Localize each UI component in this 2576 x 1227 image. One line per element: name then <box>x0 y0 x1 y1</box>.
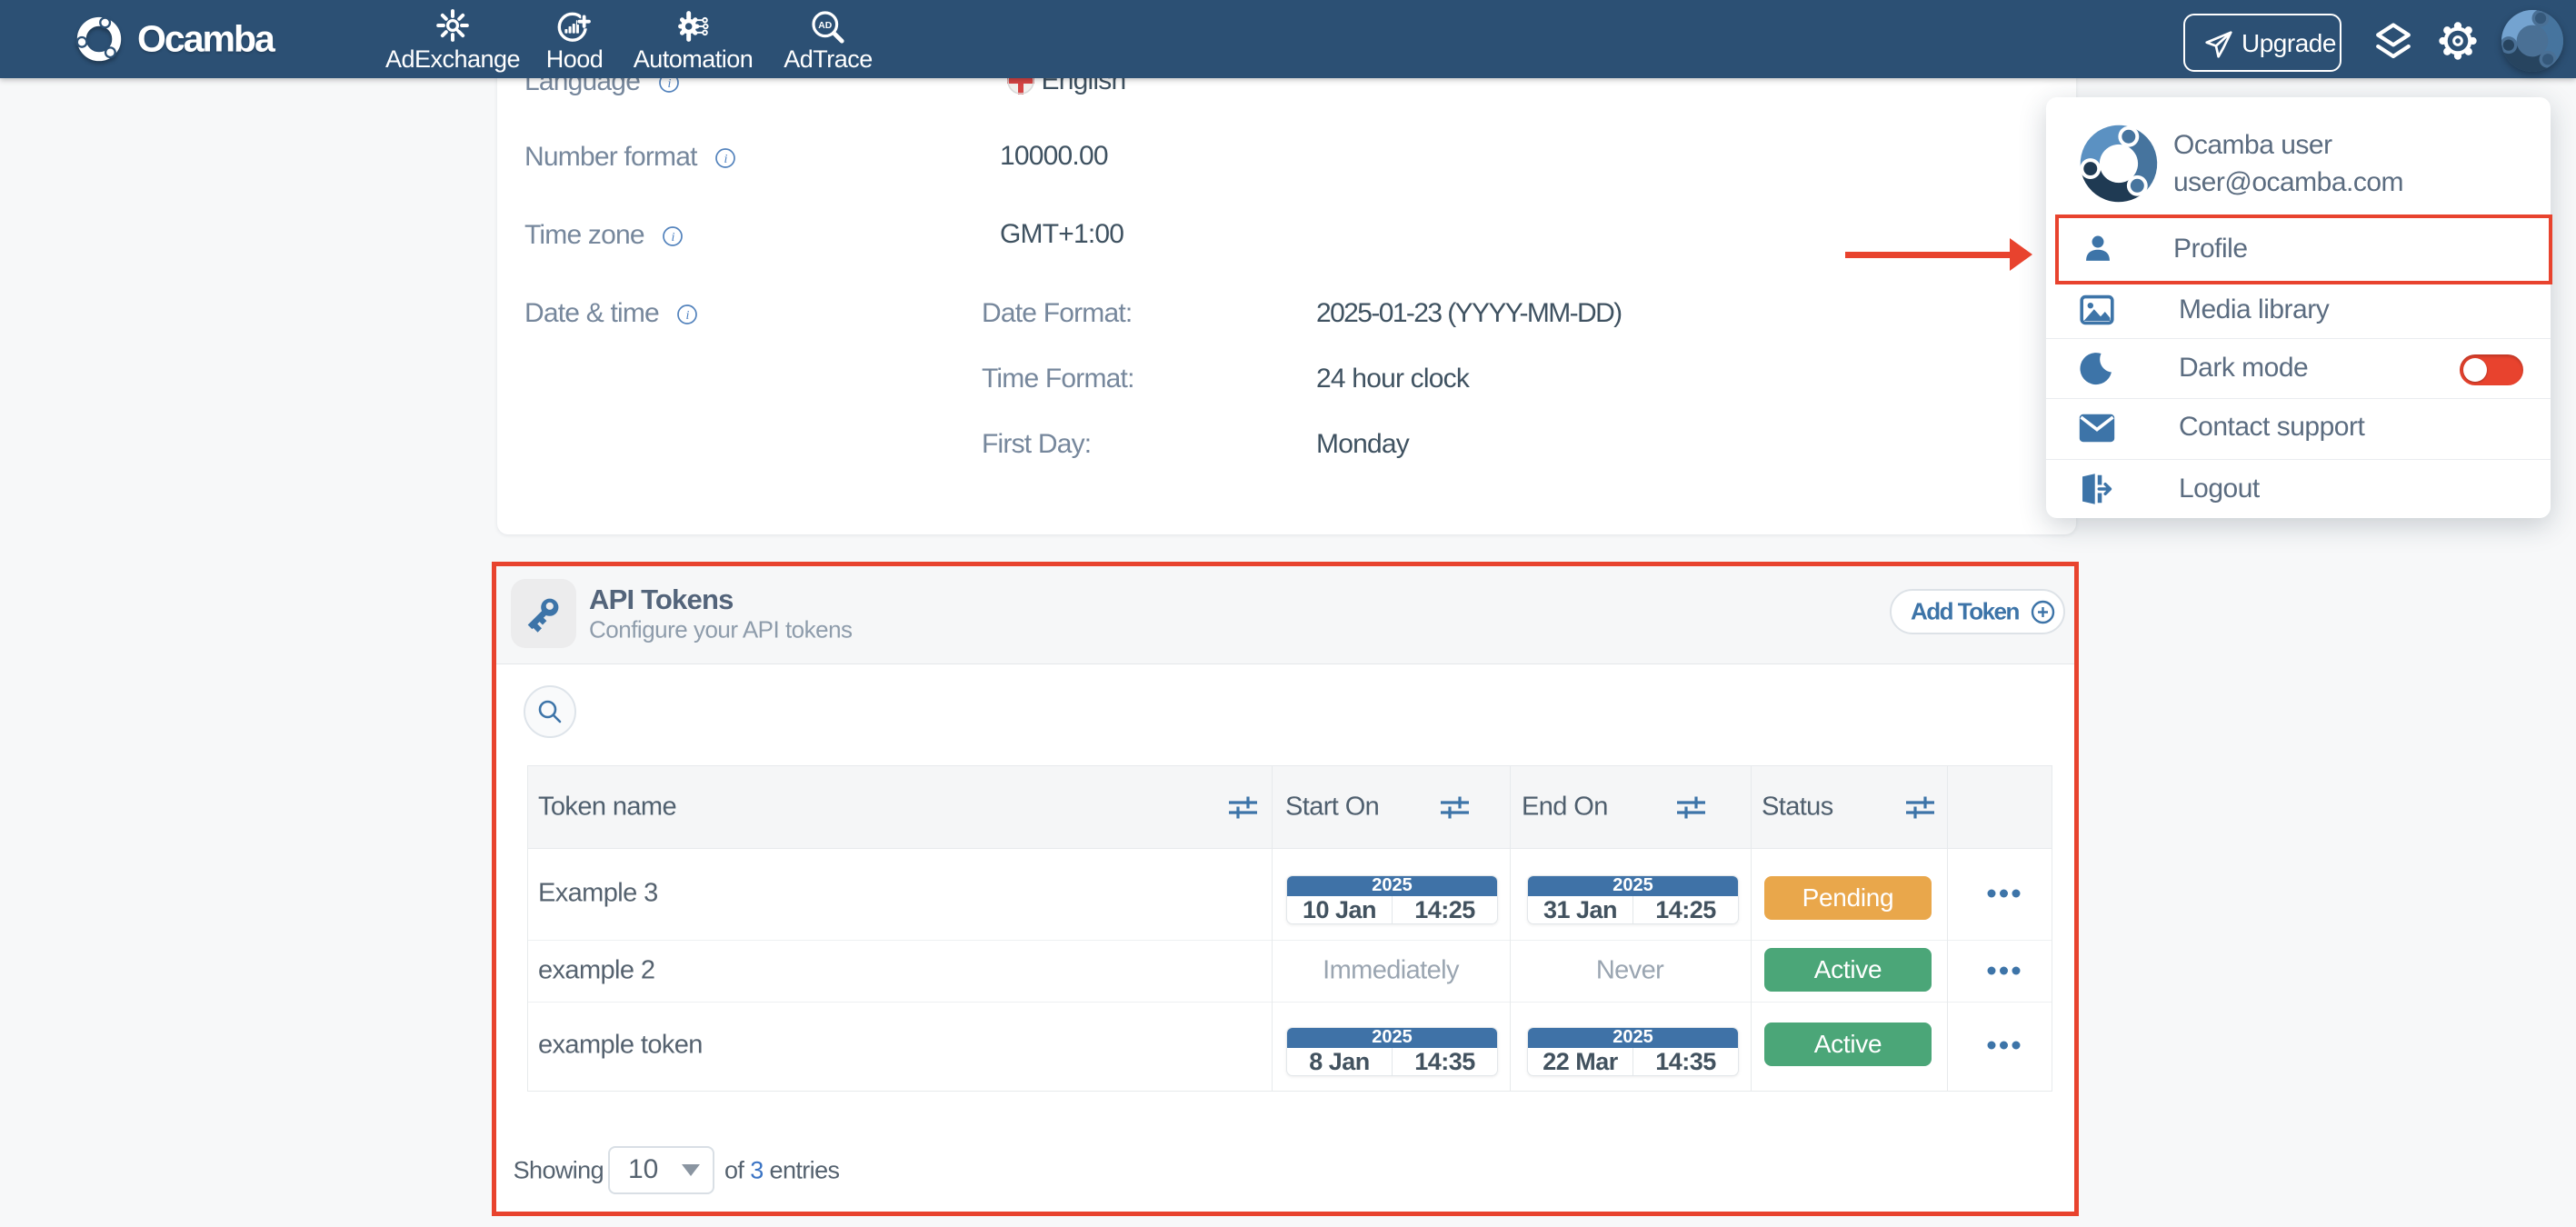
svg-text:i: i <box>667 77 671 91</box>
svg-text:i: i <box>686 309 690 323</box>
svg-text:i: i <box>724 153 728 166</box>
svg-text:AD: AD <box>818 21 833 31</box>
svg-text:i: i <box>672 231 675 244</box>
